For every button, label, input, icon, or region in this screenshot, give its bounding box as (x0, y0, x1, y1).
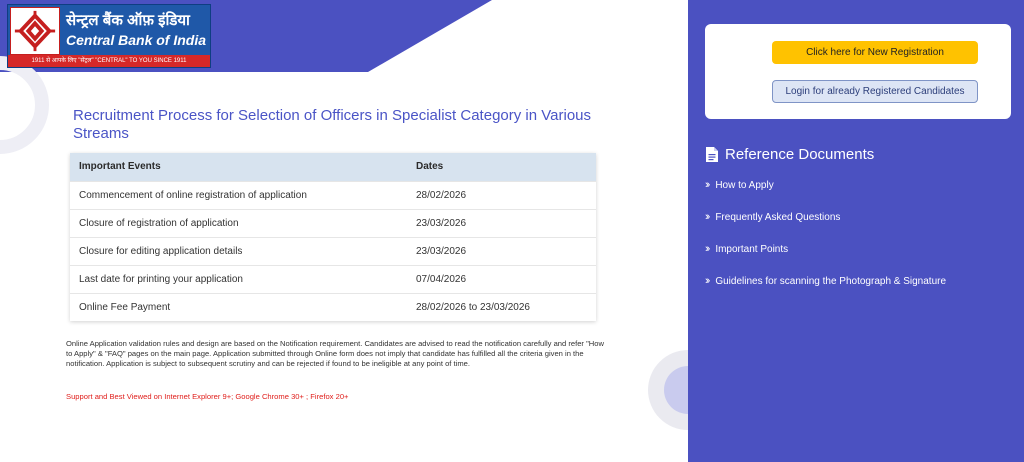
link-important-points[interactable]: ›› Important Points (705, 243, 788, 255)
date-cell: 07/04/2026 (407, 264, 596, 293)
new-registration-button[interactable]: Click here for New Registration (772, 41, 978, 64)
column-header-events: Important Events (70, 153, 407, 181)
logo-english-name: Central Bank of India (66, 32, 207, 48)
date-cell: 23/03/2026 (407, 208, 596, 237)
decor-circle-right (648, 350, 688, 430)
browser-support-note: Support and Best Viewed on Internet Expl… (66, 392, 349, 401)
link-scanning-guidelines[interactable]: ›› Guidelines for scanning the Photograp… (705, 275, 946, 287)
double-chevron-right-icon: ›› (705, 243, 711, 255)
validation-note: Online Application validation rules and … (66, 339, 604, 368)
event-cell: Commencement of online registration of a… (70, 180, 407, 209)
date-cell: 28/02/2026 to 23/03/2026 (407, 292, 596, 321)
bank-emblem-icon (10, 7, 60, 55)
column-header-dates: Dates (407, 153, 596, 181)
event-cell: Closure of registration of application (70, 208, 407, 237)
link-label: Frequently Asked Questions (715, 211, 841, 223)
login-registered-button[interactable]: Login for already Registered Candidates (772, 80, 978, 103)
page: सेन्ट्रल बैंक ऑफ़ इंडिया Central Bank of… (0, 0, 1024, 462)
document-icon (706, 147, 718, 162)
table-row: Commencement of online registration of a… (70, 180, 596, 209)
bank-logo[interactable]: सेन्ट्रल बैंक ऑफ़ इंडिया Central Bank of… (7, 4, 211, 68)
important-events-table: Important Events Dates Commencement of o… (70, 153, 596, 321)
link-label: Important Points (715, 243, 789, 255)
table-row: Last date for printing your application … (70, 264, 596, 293)
link-faq[interactable]: ›› Frequently Asked Questions (705, 211, 840, 223)
date-cell: 23/03/2026 (407, 236, 596, 265)
registration-card: Click here for New Registration Login fo… (705, 24, 1011, 119)
date-cell: 28/02/2026 (407, 180, 596, 209)
link-how-to-apply[interactable]: ›› How to Apply (705, 179, 774, 191)
reference-documents-title: Reference Documents (725, 146, 875, 163)
sidebar-panel: Click here for New Registration Login fo… (688, 0, 1024, 462)
event-cell: Online Fee Payment (70, 292, 407, 321)
event-cell: Closure for editing application details (70, 236, 407, 265)
table-row: Closure of registration of application 2… (70, 208, 596, 237)
event-cell: Last date for printing your application (70, 264, 407, 293)
reference-documents-heading: Reference Documents (706, 146, 874, 163)
double-chevron-right-icon: ›› (705, 179, 711, 191)
logo-hindi-name: सेन्ट्रल बैंक ऑफ़ इंडिया (66, 12, 190, 29)
double-chevron-right-icon: ›› (705, 275, 711, 287)
double-chevron-right-icon: ›› (705, 211, 711, 223)
link-label: Guidelines for scanning the Photograph &… (715, 275, 947, 287)
table-row: Closure for editing application details … (70, 236, 596, 265)
decor-circle-left (0, 56, 49, 154)
table-row: Online Fee Payment 28/02/2026 to 23/03/2… (70, 292, 596, 321)
table-header-row: Important Events Dates (70, 153, 596, 181)
page-title: Recruitment Process for Selection of Off… (73, 107, 591, 142)
link-label: How to Apply (715, 179, 774, 191)
logo-tagline: 1911 से आपके लिए "सेंट्रल" "CENTRAL" TO … (8, 55, 210, 67)
